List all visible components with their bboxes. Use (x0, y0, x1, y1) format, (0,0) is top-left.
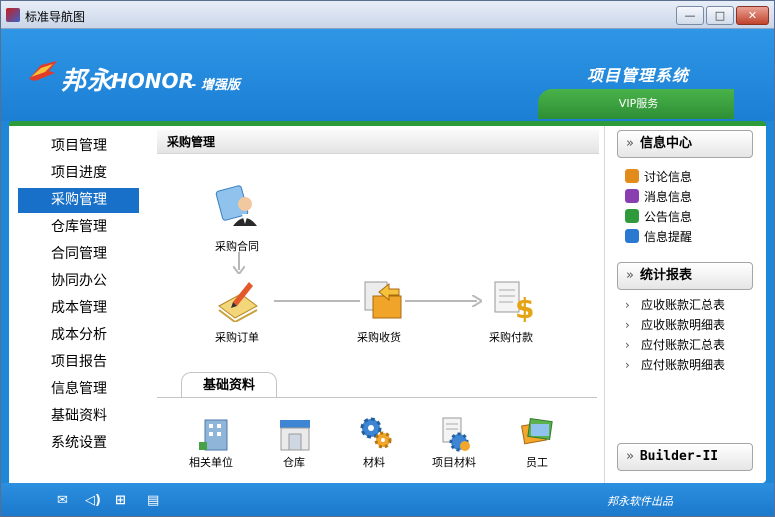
close-button[interactable]: ✕ (736, 6, 769, 25)
base-item-label[interactable]: 项目材料 (432, 454, 476, 470)
flow-arrow-2-head (472, 295, 482, 307)
notice-icon (625, 209, 639, 223)
window-title: 标准导航图 (25, 10, 86, 24)
purchase-pay-icon[interactable]: $ (491, 278, 535, 322)
report-item[interactable]: › 应付账款明细表 (625, 356, 725, 374)
book-icon[interactable]: ⊞ (115, 493, 126, 508)
report-item[interactable]: › 应付账款汇总表 (625, 336, 725, 354)
message-icon (625, 189, 639, 203)
info-item-label: 信息提醒 (644, 230, 693, 244)
app-window: 标准导航图 — □ ✕ 邦永 HONOR - 增强版 项目管理系统 VIP服务 … (0, 0, 775, 517)
gears-icon[interactable] (358, 414, 394, 450)
nav-item-system-settings[interactable]: 系统设置 (18, 431, 139, 456)
chevron-right-icon: » (626, 136, 634, 151)
chevron-right-icon: » (626, 268, 634, 283)
info-item-reminder[interactable]: 信息提醒 (625, 228, 692, 246)
purchase-pay-label[interactable]: 采购付款 (489, 329, 533, 345)
reports-header[interactable]: » 统计报表 (617, 262, 753, 290)
purchase-contract-icon[interactable] (215, 184, 259, 228)
calculator-icon[interactable]: ▤ (147, 493, 159, 508)
warehouse-icon[interactable] (277, 416, 313, 452)
info-item-notice[interactable]: 公告信息 (625, 208, 692, 226)
nav-item-contract-management[interactable]: 合同管理 (18, 242, 139, 267)
logo-edition: - 增强版 (191, 78, 240, 93)
purchase-receive-label[interactable]: 采购收货 (357, 329, 401, 345)
nav-item-project-report[interactable]: 项目报告 (18, 350, 139, 375)
logo-icon (29, 61, 57, 81)
arrow-right-icon: › (625, 298, 630, 312)
minimize-button[interactable]: — (676, 6, 704, 25)
left-nav: 项目管理 项目进度 采购管理 仓库管理 合同管理 协同办公 成本管理 成本分析 … (9, 126, 149, 483)
nav-item-purchase-management[interactable]: 采购管理 (18, 188, 139, 213)
report-item-label: 应付账款明细表 (641, 358, 726, 372)
nav-item-cost-management[interactable]: 成本管理 (18, 296, 139, 321)
arrow-right-icon: › (625, 338, 630, 352)
report-item[interactable]: › 应收账款明细表 (625, 316, 725, 334)
info-item-label: 公告信息 (644, 210, 693, 224)
report-item[interactable]: › 应收账款汇总表 (625, 296, 725, 314)
staff-photos-icon[interactable] (519, 414, 555, 450)
builder-button[interactable]: » Builder-II (617, 443, 753, 471)
info-item-discussion[interactable]: 讨论信息 (625, 168, 692, 186)
purchase-receive-icon[interactable] (361, 278, 405, 322)
vip-service-tab[interactable]: VIP服务 (538, 89, 734, 119)
arrow-right-icon: › (625, 318, 630, 332)
app-icon (6, 8, 20, 22)
discussion-icon (625, 169, 639, 183)
nav-item-base-data[interactable]: 基础资料 (18, 404, 139, 429)
chevron-right-icon: » (626, 449, 634, 464)
arrow-right-icon: › (625, 358, 630, 372)
base-item-label[interactable]: 仓库 (283, 454, 305, 470)
content-area: 项目管理 项目进度 采购管理 仓库管理 合同管理 协同办公 成本管理 成本分析 … (9, 121, 766, 483)
status-bar: ✉ ◁) ⊞ ▤ 邦永软件出品 (1, 483, 774, 516)
builder-title: Builder-II (639, 449, 719, 464)
info-item-message[interactable]: 消息信息 (625, 188, 692, 206)
nav-item-cost-analysis[interactable]: 成本分析 (18, 323, 139, 348)
maximize-button[interactable]: □ (706, 6, 734, 25)
logo-text-cn: 邦永 (61, 66, 114, 95)
base-item-label[interactable]: 材料 (363, 454, 385, 470)
vendor-text: 邦永软件出品 (607, 495, 673, 508)
reminder-icon (625, 229, 639, 243)
nav-item-office-collaboration[interactable]: 协同办公 (18, 269, 139, 294)
base-item-label[interactable]: 员工 (526, 454, 548, 470)
nav-item-project-progress[interactable]: 项目进度 (18, 161, 139, 186)
base-item-label[interactable]: 相关单位 (189, 454, 233, 470)
building-icon[interactable] (197, 416, 233, 452)
flow-arrow-2 (405, 300, 477, 302)
project-material-icon[interactable] (437, 416, 473, 452)
purchase-contract-label[interactable]: 采购合同 (215, 238, 259, 254)
speaker-icon[interactable]: ◁) (85, 493, 101, 508)
nav-item-project-management[interactable]: 项目管理 (18, 134, 139, 159)
svg-text:$: $ (515, 292, 534, 322)
info-item-label: 消息信息 (644, 190, 693, 204)
mail-icon[interactable]: ✉ (57, 493, 68, 508)
nav-item-warehouse-management[interactable]: 仓库管理 (18, 215, 139, 240)
reports-title: 统计报表 (639, 268, 692, 283)
base-data-tab[interactable]: 基础资料 (181, 372, 277, 398)
flow-arrow-1 (274, 300, 360, 302)
title-bar[interactable]: 标准导航图 — □ ✕ (1, 1, 774, 29)
right-panel: » 信息中心 讨论信息 消息信息 公告信息 信息提醒 » 统计报表 › 应收账款汇总表… (604, 126, 766, 483)
purchase-order-icon[interactable] (215, 278, 259, 322)
main-panel: 采购管理 采购合同 采购订单 采购收货 $ 采购付款 基础资料 相关单位 仓库 … (149, 126, 604, 483)
nav-item-info-management[interactable]: 信息管理 (18, 377, 139, 402)
base-data-divider (157, 397, 597, 398)
info-item-label: 讨论信息 (644, 170, 693, 184)
flow-arrow-down-head (233, 266, 245, 274)
report-item-label: 应付账款汇总表 (641, 338, 726, 352)
info-center-header[interactable]: » 信息中心 (617, 130, 753, 158)
purchase-order-label[interactable]: 采购订单 (215, 329, 259, 345)
info-center-title: 信息中心 (639, 136, 692, 151)
logo-text-en: HONOR (111, 69, 194, 93)
report-item-label: 应收账款明细表 (641, 318, 726, 332)
system-title: 项目管理系统 (587, 66, 690, 85)
report-item-label: 应收账款汇总表 (641, 298, 726, 312)
section-title: 采购管理 (157, 130, 599, 154)
app-header: 邦永 HONOR - 增强版 项目管理系统 VIP服务 (1, 29, 774, 121)
